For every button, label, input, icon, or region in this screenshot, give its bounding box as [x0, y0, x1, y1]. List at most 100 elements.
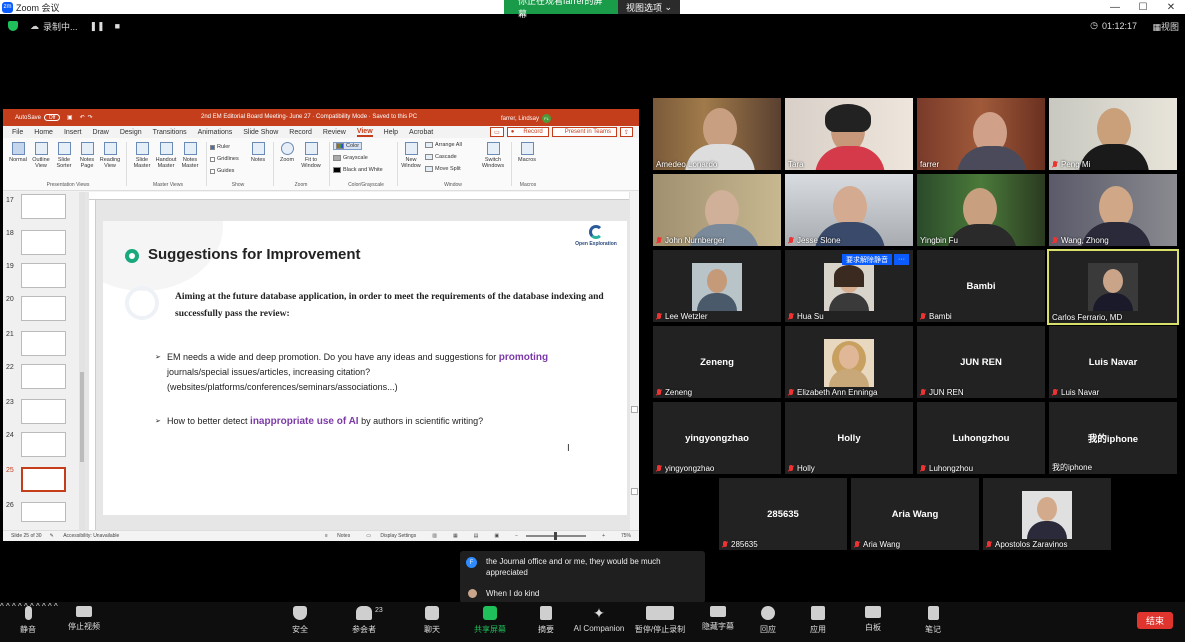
recording-indicator[interactable]: ☁ 录制中... ❚❚ ■ — [30, 20, 120, 33]
present-in-teams-button[interactable]: Present in Teams — [551, 127, 617, 137]
ask-to-unmute-button[interactable]: 要求解除静音 — [842, 254, 892, 265]
scroll-thumb[interactable] — [80, 372, 84, 462]
slide-canvas[interactable]: Suggestions for Improvement Open Explora… — [103, 221, 627, 515]
share-screen-button[interactable]: 共享屏幕 — [462, 606, 518, 635]
sorter-view-status-icon[interactable]: ▦ — [453, 533, 458, 539]
participant-tile[interactable]: yingyongzhao yingyongzhao — [653, 402, 781, 474]
zoom-in-icon[interactable]: + — [602, 533, 605, 539]
guides-checkbox[interactable]: Guides — [210, 168, 234, 174]
display-settings-button[interactable]: ▭ Display Settings — [366, 533, 416, 539]
menu-home[interactable]: Home — [34, 129, 53, 136]
summary-button[interactable]: 摘要 — [518, 606, 574, 635]
slide-thumbnail-selected[interactable] — [21, 467, 66, 492]
zoom-button[interactable]: Zoom — [276, 142, 298, 163]
participant-tile[interactable]: Wang, Zhong — [1049, 174, 1177, 246]
ppt-user-avatar[interactable]: FL — [542, 114, 552, 123]
participant-tile[interactable]: 285635 285635 — [719, 478, 847, 550]
participant-tile[interactable]: Zeneng Zeneng — [653, 326, 781, 398]
fit-window-button[interactable]: Fit to Window — [300, 142, 322, 169]
normal-view-button[interactable]: Normal — [7, 142, 29, 163]
participant-tile[interactable]: Holly Holly — [785, 402, 913, 474]
notes-master-button[interactable]: Notes Master — [179, 142, 201, 169]
share-ppt-button[interactable]: ⇪ — [619, 127, 633, 137]
undo-icon[interactable]: ↶ — [80, 114, 85, 121]
notes-page-button[interactable]: Notes Page — [76, 142, 98, 169]
participant-tile[interactable]: Apostolos Zaravinos — [983, 478, 1111, 550]
participant-tile[interactable]: Jesse Slone — [785, 174, 913, 246]
menu-slideshow[interactable]: Slide Show — [243, 129, 278, 136]
mute-button[interactable]: 静音 — [0, 606, 56, 635]
switch-windows-button[interactable]: Switch Windows — [480, 142, 506, 169]
security-button[interactable]: 安全 — [272, 606, 328, 635]
apps-button[interactable]: 应用 — [790, 606, 846, 635]
color-button[interactable]: Color — [333, 142, 363, 150]
end-meeting-button[interactable]: 结束 — [1137, 612, 1173, 629]
slide-thumbnail[interactable] — [21, 364, 66, 389]
ai-companion-button[interactable]: ✦ AI Companion — [571, 606, 627, 633]
chat-notification[interactable]: F the Journal office and or me, they wou… — [460, 551, 705, 603]
participant-tile[interactable]: Lee Wetzler — [653, 250, 781, 322]
reading-view-button[interactable]: Reading View — [99, 142, 121, 169]
captions-button[interactable]: 隐藏字幕 — [690, 606, 746, 632]
notes-toggle-button[interactable]: Notes — [247, 142, 269, 163]
menu-design[interactable]: Design — [120, 129, 142, 136]
black-white-button[interactable]: Black and White — [333, 167, 383, 173]
menu-file[interactable]: File — [12, 129, 23, 136]
handout-master-button[interactable]: Handout Master — [155, 142, 177, 169]
stop-recording-icon[interactable]: ■ — [115, 21, 120, 31]
chat-button[interactable]: 聊天 — [404, 606, 460, 635]
participant-tile[interactable]: JUN REN JUN REN — [917, 326, 1045, 398]
slide-thumbnails-pane[interactable]: 17 18 19 20 21 22 23 24 25 26 — [3, 192, 83, 530]
cascade-button[interactable]: Cascade — [425, 154, 457, 160]
reading-view-status-icon[interactable]: ▤ — [474, 533, 479, 539]
ppt-user[interactable]: farrer, Lindsay FL — [501, 114, 552, 123]
move-split-button[interactable]: Move Split — [425, 166, 461, 172]
participant-tile[interactable]: John Nurnberger — [653, 174, 781, 246]
grayscale-button[interactable]: Grayscale — [333, 155, 368, 161]
slide-master-button[interactable]: Slide Master — [131, 142, 153, 169]
notes-button[interactable]: 笔记 — [905, 606, 961, 635]
participant-tile[interactable]: 我的iphone 我的iphone — [1049, 402, 1177, 474]
gridlines-checkbox[interactable]: Gridlines — [210, 156, 239, 162]
ruler-checkbox[interactable]: Ruler — [210, 144, 230, 150]
participant-tile[interactable]: farrer — [917, 98, 1045, 170]
slide-thumbnail[interactable] — [21, 230, 66, 255]
participant-tile[interactable]: Bambi Bambi — [917, 250, 1045, 322]
slide-thumbnail[interactable] — [21, 399, 66, 424]
scroll-down-icon[interactable] — [631, 488, 638, 495]
participant-tile[interactable]: Yingbin Fu — [917, 174, 1045, 246]
minimize-button[interactable]: — — [1101, 0, 1129, 14]
slide-thumbnail[interactable] — [21, 194, 66, 219]
new-window-button[interactable]: New Window — [400, 142, 422, 169]
menu-help[interactable]: Help — [384, 129, 398, 136]
slide-thumbnail[interactable] — [21, 263, 66, 288]
whiteboard-button[interactable]: 白板 — [845, 606, 901, 633]
slide-thumbnail[interactable] — [21, 331, 66, 356]
more-options-button[interactable]: ··· — [894, 254, 909, 265]
slideshow-status-icon[interactable]: ▣ — [494, 533, 499, 539]
participant-tile[interactable]: Luhongzhou Luhongzhou — [917, 402, 1045, 474]
video-button[interactable]: 停止视频 — [56, 606, 112, 632]
menu-animations[interactable]: Animations — [198, 129, 233, 136]
autosave-switch[interactable]: Off — [44, 114, 61, 121]
save-icon[interactable]: ▣ — [67, 114, 73, 121]
thumbnails-scrollbar[interactable] — [79, 192, 85, 530]
slide-thumbnail[interactable] — [21, 296, 66, 321]
maximize-button[interactable]: ☐ — [1129, 0, 1157, 14]
participant-tile[interactable]: Peng Mi — [1049, 98, 1177, 170]
reactions-button[interactable]: 回应 — [740, 606, 796, 635]
comments-button[interactable]: ▭ — [490, 127, 504, 137]
slide-sorter-button[interactable]: Slide Sorter — [53, 142, 75, 169]
arrange-all-button[interactable]: Arrange All — [425, 142, 462, 148]
encryption-shield-icon[interactable] — [8, 21, 18, 31]
autosave-toggle[interactable]: AutoSave Off ▣ ↶ ↷ — [15, 114, 93, 121]
view-options-button[interactable]: 视图选项 ⌄ — [618, 0, 680, 14]
slide-thumbnail[interactable] — [21, 432, 66, 457]
close-button[interactable]: ✕ — [1157, 0, 1185, 14]
participant-tile[interactable]: Luis Navar Luis Navar — [1049, 326, 1177, 398]
outline-view-button[interactable]: Outline View — [30, 142, 52, 169]
redo-icon[interactable]: ↷ — [88, 114, 93, 121]
menu-insert[interactable]: Insert — [64, 129, 82, 136]
slide-thumbnail[interactable] — [21, 502, 66, 522]
pause-stop-recording-button[interactable]: 暂停/停止录制 — [632, 606, 688, 635]
